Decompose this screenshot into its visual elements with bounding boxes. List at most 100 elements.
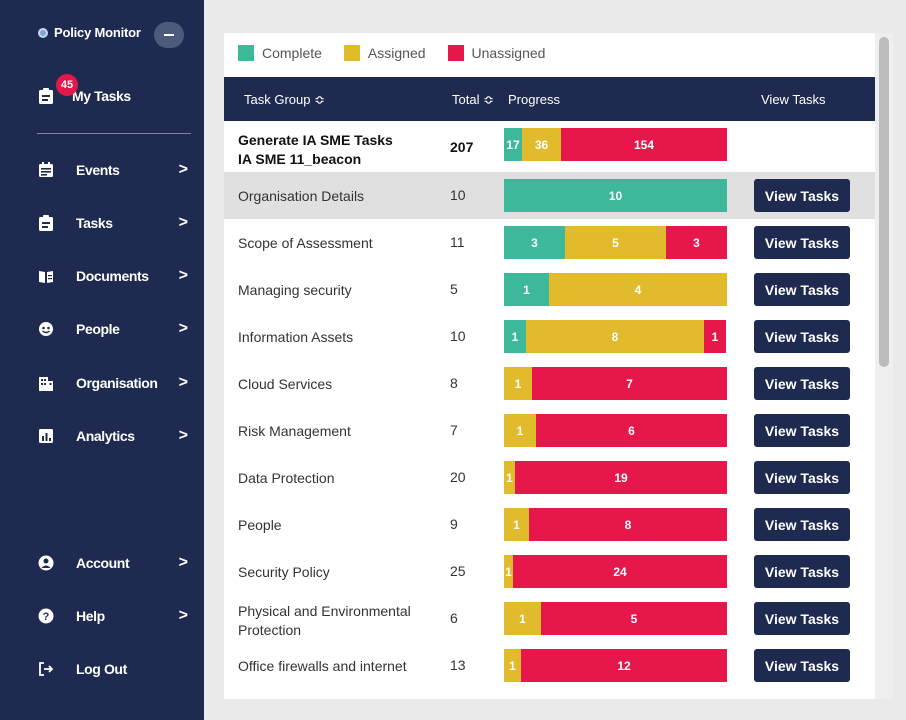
view-tasks-button[interactable]: View Tasks — [754, 508, 850, 541]
legend-swatch — [447, 45, 464, 61]
task-total: 9 — [450, 516, 458, 532]
progress-segment-unassigned: 19 — [515, 461, 727, 494]
table-header: Task Group ≎ Total ≎ Progress View Tasks — [224, 77, 876, 121]
progress-segment-unassigned: 5 — [541, 602, 727, 635]
help-icon: ? — [38, 608, 54, 624]
book-icon — [38, 268, 54, 284]
progress-segment-complete: 3 — [504, 226, 565, 259]
view-tasks-button[interactable]: View Tasks — [754, 414, 850, 447]
progress-count-unassigned: 19 — [614, 470, 628, 485]
chevron-right-icon: > — [178, 214, 188, 231]
view-tasks-button[interactable]: View Tasks — [754, 367, 850, 400]
progress-count-complete: 3 — [531, 235, 538, 250]
table-row: Security Policy 25 1 24 View Tasks — [224, 548, 876, 595]
legend-swatch — [343, 45, 360, 61]
sidebar-item-tasks[interactable]: Tasks > — [38, 211, 188, 235]
progress-count-assigned: 8 — [611, 329, 619, 344]
clipboard-icon — [38, 215, 54, 231]
view-tasks-button[interactable]: View Tasks — [754, 555, 850, 588]
task-total: 11 — [450, 234, 465, 250]
progress-count-unassigned: 12 — [617, 658, 631, 673]
legend-item-complete: Complete — [238, 45, 322, 61]
sidebar-item-label: Analytics — [76, 428, 135, 444]
progress-segment-unassigned: 6 — [536, 414, 727, 447]
summary-total: 207 — [450, 139, 474, 155]
task-total: 25 — [450, 563, 466, 579]
scrollbar[interactable] — [875, 33, 893, 699]
sidebar-item-account[interactable]: Account > — [38, 551, 188, 575]
sidebar-item-documents[interactable]: Documents > — [38, 264, 188, 288]
progress-segment-assigned: 1 — [504, 649, 521, 682]
sidebar-item-people[interactable]: People > — [38, 317, 188, 341]
task-group-name: Organisation Details — [238, 188, 365, 204]
minus-icon — [164, 34, 174, 36]
sidebar: Policy Monitor 45 My Tasks Events > Tasks >… — [0, 0, 204, 720]
progress-bar: 1 19 — [504, 461, 727, 494]
progress-segment-assigned: 1 — [504, 508, 529, 541]
view-tasks-button[interactable]: View Tasks — [754, 179, 850, 212]
progress-segment-assigned: 1 — [504, 461, 515, 494]
progress-segment-assigned: 1 — [504, 602, 541, 635]
chevron-right-icon: > — [178, 320, 188, 337]
progress-bar: 16 — [504, 414, 727, 447]
view-tasks-button[interactable]: View Tasks — [754, 461, 850, 494]
view-tasks-button[interactable]: View Tasks — [754, 320, 850, 353]
sidebar-item-label: Tasks — [76, 215, 113, 231]
collapse-sidebar-button[interactable] — [154, 22, 184, 48]
summary-subtitle: IA SME 11_beacon — [238, 151, 362, 167]
legend-item-assigned: Assigned — [343, 45, 426, 61]
table-row: Physical and Environmental Protection 6 1 5… — [224, 595, 876, 642]
sidebar-item-log-out[interactable]: Log Out — [38, 657, 188, 681]
task-total: 7 — [450, 422, 458, 438]
sidebar-item-help[interactable]: ? Help > — [38, 604, 188, 628]
progress-bar: 17 — [504, 367, 727, 400]
progress-count-unassigned: 6 — [628, 423, 635, 438]
brand[interactable]: Policy Monitor — [38, 25, 141, 40]
scrollbar-thumb[interactable] — [879, 37, 889, 367]
sidebar-item-label: Documents — [76, 268, 149, 284]
progress-count-assigned: 1 — [509, 658, 516, 673]
view-tasks-button[interactable]: View Tasks — [754, 602, 850, 635]
sidebar-item-analytics[interactable]: Analytics > — [38, 424, 188, 448]
column-header-task-group[interactable]: Task Group ≎ — [244, 92, 325, 108]
progress-count-complete: 1 — [523, 282, 530, 297]
sidebar-item-events[interactable]: Events > — [38, 158, 188, 182]
table-row: Data Protection 20 1 19 View Tasks — [224, 454, 876, 501]
progress-bar: 1 8 1 — [504, 320, 727, 353]
task-group-name: People — [238, 517, 282, 533]
progress-count-assigned: 1 — [514, 376, 522, 391]
task-total: 6 — [450, 610, 458, 626]
progress-count-unassigned: 3 — [693, 235, 700, 250]
task-group-name: Risk Management — [238, 423, 351, 439]
view-tasks-button[interactable]: View Tasks — [754, 649, 850, 682]
progress-bar: 15 — [504, 602, 727, 635]
progress-count-unassigned: 24 — [613, 564, 627, 579]
column-header-total[interactable]: Total ≎ — [452, 92, 494, 108]
progress-segment-assigned: 1 — [504, 367, 532, 400]
chevron-right-icon: > — [178, 267, 188, 284]
view-tasks-button[interactable]: View Tasks — [754, 273, 850, 306]
sidebar-item-organisation[interactable]: Organisation > — [38, 371, 188, 395]
sidebar-item-label: My Tasks — [72, 88, 131, 104]
table-row: Scope of Assessment 11 3 5 3 View Tasks — [224, 219, 876, 266]
task-group-name: Cloud Services — [238, 376, 333, 392]
legend-label: Assigned — [367, 45, 426, 61]
progress-count-assigned: 5 — [612, 235, 619, 250]
progress-segment-unassigned: 154 — [561, 128, 727, 161]
progress-count-assigned: 1 — [516, 423, 524, 438]
divider — [37, 133, 191, 134]
legend-label: Unassigned — [471, 45, 546, 61]
table-row: Risk Management 7 1 6 View Tasks — [224, 407, 876, 454]
clipboard-icon — [38, 88, 54, 104]
progress-segment-assigned: 1 — [504, 555, 513, 588]
sidebar-item-my-tasks[interactable]: 45 My Tasks — [38, 74, 131, 104]
progress-segment-unassigned: 1 — [704, 320, 726, 353]
task-total: 5 — [450, 281, 458, 297]
view-tasks-button[interactable]: View Tasks — [754, 226, 850, 259]
sidebar-item-label: Organisation — [76, 375, 158, 391]
task-total: 20 — [450, 469, 466, 485]
task-group-name: Managing security — [238, 282, 352, 298]
progress-segment-complete: 1 — [504, 320, 526, 353]
chart-icon — [38, 428, 54, 444]
task-group-name: Scope of Assessment — [238, 235, 373, 251]
